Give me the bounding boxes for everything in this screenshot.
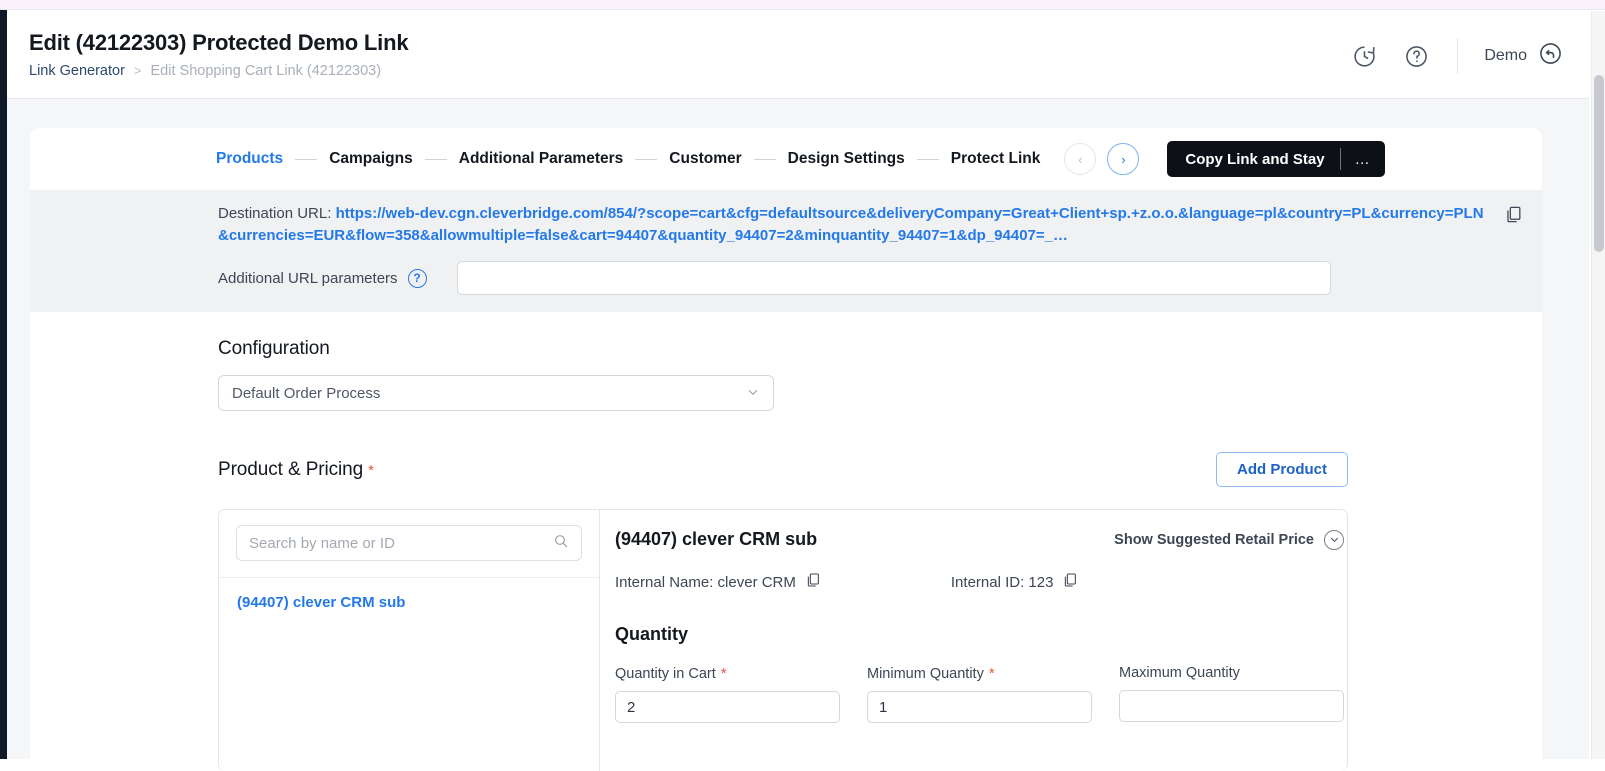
copy-icon[interactable]: [1062, 572, 1078, 592]
required-asterisk: *: [988, 665, 995, 682]
app-header: Edit (42122303) Protected Demo Link Link…: [7, 11, 1589, 99]
required-asterisk: *: [368, 461, 374, 479]
question-mark-icon[interactable]: ?: [407, 268, 427, 288]
maximum-quantity-label: Maximum Quantity: [1119, 665, 1240, 681]
minimum-quantity-field: Minimum Quantity *: [867, 665, 1092, 723]
internal-id-item: Internal ID: 123: [951, 572, 1079, 592]
product-pricing-heading-text: Product & Pricing: [218, 458, 364, 480]
page-title: Edit (42122303) Protected Demo Link: [29, 30, 409, 55]
copy-link-and-stay-label: Copy Link and Stay: [1185, 150, 1325, 168]
tab-nav-arrows: ‹ ›: [1064, 143, 1140, 175]
tab-bar: Products Campaigns Additional Parameters…: [30, 128, 1542, 190]
quantity-in-cart-label: Quantity in Cart *: [615, 665, 840, 682]
internal-name-item: Internal Name: clever CRM: [615, 572, 821, 592]
page-root: Edit (42122303) Protected Demo Link Link…: [7, 11, 1589, 771]
minimum-quantity-label: Minimum Quantity *: [867, 665, 1092, 682]
search-input[interactable]: [249, 534, 531, 552]
internal-name-label: Internal Name: clever CRM: [615, 573, 796, 591]
more-options-icon[interactable]: …: [1341, 141, 1385, 177]
product-search-wrapper: [219, 510, 599, 578]
chevron-down-icon: [746, 385, 760, 402]
required-asterisk: *: [720, 665, 727, 682]
add-product-button[interactable]: Add Product: [1216, 452, 1348, 487]
product-name: (94407) clever CRM sub: [615, 529, 818, 549]
breadcrumb-current: Edit Shopping Cart Link (42122303): [150, 63, 382, 79]
copy-icon[interactable]: [805, 572, 821, 592]
breadcrumb-link-link-generator[interactable]: Link Generator: [29, 62, 125, 80]
tab-products[interactable]: Products: [214, 150, 285, 168]
breadcrumb-separator-icon: >: [133, 63, 142, 78]
product-detail-header: (94407) clever CRM sub Show Suggested Re…: [615, 529, 1344, 550]
tab-additional-parameters[interactable]: Additional Parameters: [457, 150, 626, 168]
main-content-card: Products Campaigns Additional Parameters…: [30, 128, 1542, 771]
header-actions: Demo: [1349, 38, 1563, 74]
additional-url-parameters-label: Additional URL parameters: [218, 269, 398, 287]
destination-url-label: Destination URL:: [218, 205, 332, 222]
copy-icon[interactable]: [1504, 205, 1523, 229]
product-detail-panel: (94407) clever CRM sub Show Suggested Re…: [600, 510, 1366, 771]
collapsed-sidebar-rail[interactable]: [0, 10, 7, 759]
configuration-select-value: Default Order Process: [232, 384, 381, 402]
vertical-scrollbar[interactable]: [1591, 11, 1605, 759]
product-list-panel: (94407) clever CRM sub: [219, 510, 600, 771]
destination-url-strip: Destination URL: https://web-dev.cgn.cle…: [30, 190, 1542, 312]
card-body: Configuration Default Order Process Prod…: [30, 312, 1542, 771]
tab-divider: [635, 158, 658, 160]
configuration-heading: Configuration: [218, 338, 330, 359]
list-item[interactable]: (94407) clever CRM sub: [219, 578, 599, 621]
product-meta-row: Internal Name: clever CRM Internal ID: 1…: [615, 572, 1344, 592]
product-pricing-heading: Product & Pricing *: [218, 459, 374, 481]
top-accent-strip: [0, 0, 1605, 10]
tab-divider: [753, 158, 776, 160]
chevron-right-icon[interactable]: ›: [1107, 143, 1140, 175]
destination-url-value[interactable]: https://web-dev.cgn.cleverbridge.com/854…: [218, 205, 1484, 244]
tab-divider: [424, 158, 447, 160]
configuration-select[interactable]: Default Order Process: [218, 375, 774, 411]
undo-arrow-icon[interactable]: [1538, 41, 1563, 71]
tab-protect-link[interactable]: Protect Link: [949, 150, 1043, 168]
quantity-in-cart-field: Quantity in Cart *: [615, 665, 840, 723]
copy-link-and-stay-button[interactable]: Copy Link and Stay …: [1167, 141, 1385, 177]
history-clock-icon[interactable]: [1349, 41, 1379, 71]
search-icon[interactable]: [553, 533, 569, 554]
destination-url-row: Destination URL: https://web-dev.cgn.cle…: [30, 203, 1542, 247]
minimum-quantity-label-text: Minimum Quantity: [867, 666, 984, 682]
quantity-fields-row: Quantity in Cart* Minimum Quantity* Maxi…: [615, 665, 1344, 723]
product-search-box[interactable]: [236, 525, 582, 561]
question-mark-icon[interactable]: [1401, 41, 1431, 71]
product-area: (94407) clever CRM sub (94407) clever CR…: [218, 509, 1348, 771]
chevron-left-icon[interactable]: ‹: [1064, 143, 1097, 175]
maximum-quantity-input[interactable]: [1119, 690, 1344, 722]
tab-divider: [916, 158, 939, 160]
tab-design-settings[interactable]: Design Settings: [786, 150, 907, 168]
breadcrumb: Link Generator > Edit Shopping Cart Link…: [29, 62, 408, 80]
show-suggested-retail-price-toggle[interactable]: Show Suggested Retail Price: [1114, 529, 1344, 550]
additional-url-parameters-input[interactable]: [456, 261, 1331, 295]
tab-customer[interactable]: Customer: [667, 150, 743, 168]
product-pricing-header: Product & Pricing * Add Product: [218, 452, 1348, 487]
show-suggested-retail-price-label: Show Suggested Retail Price: [1114, 531, 1314, 548]
tab-campaigns[interactable]: Campaigns: [327, 150, 415, 168]
quantity-heading: Quantity: [615, 624, 689, 644]
account-menu[interactable]: Demo: [1484, 41, 1563, 71]
chevron-down-icon[interactable]: [1324, 529, 1344, 550]
minimum-quantity-input[interactable]: [867, 691, 1092, 723]
additional-url-parameters-row: Additional URL parameters ?: [30, 261, 1542, 295]
tab-divider: [295, 158, 318, 160]
vertical-scrollbar-thumb[interactable]: [1594, 75, 1604, 252]
quantity-in-cart-label-text: Quantity in Cart: [615, 666, 716, 682]
internal-id-label: Internal ID: 123: [950, 573, 1054, 591]
maximum-quantity-field: Maximum Quantity: [1119, 665, 1344, 723]
header-title-group: Edit (42122303) Protected Demo Link Link…: [29, 29, 409, 80]
header-divider: [1457, 38, 1459, 74]
account-label: Demo: [1484, 47, 1527, 64]
quantity-in-cart-input[interactable]: [615, 691, 840, 723]
